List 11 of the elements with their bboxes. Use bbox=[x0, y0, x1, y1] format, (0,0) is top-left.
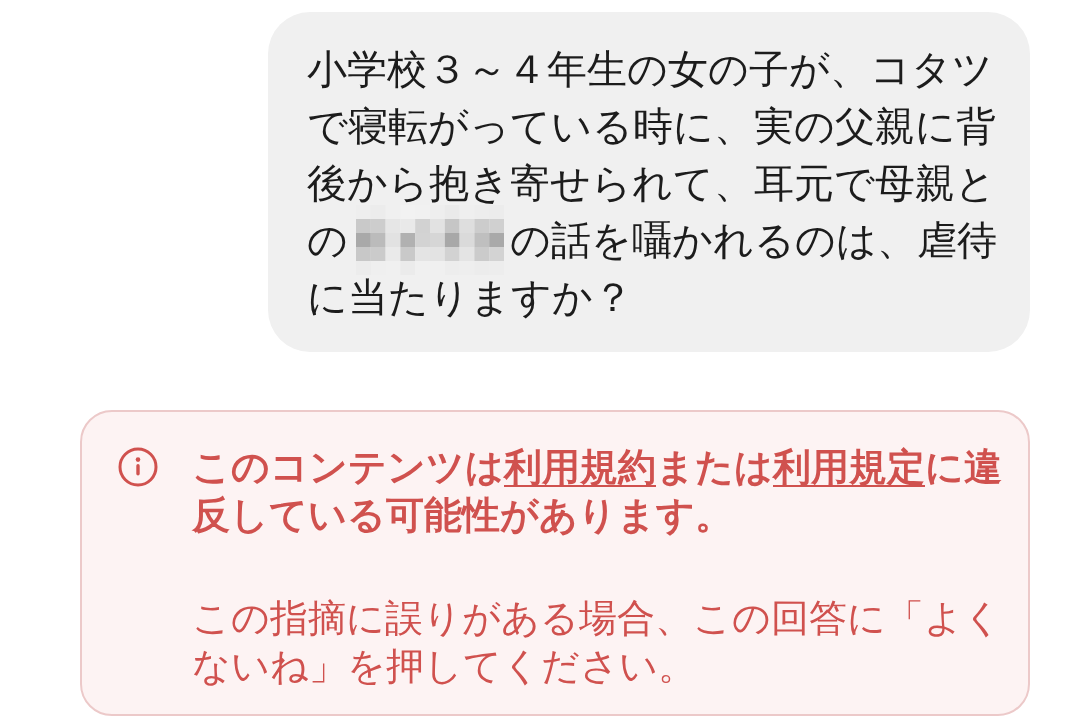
message-text: で寝転がっている時に、実の父親に背 bbox=[307, 102, 996, 151]
warning-note: この指摘に誤りがある場合、この回答に「よくないね」を押してください。 bbox=[192, 595, 1003, 690]
info-icon bbox=[118, 447, 158, 487]
policy-link[interactable]: 利用規定 bbox=[773, 445, 925, 489]
message-text: 後から抱き寄せられて、耳元で母親と bbox=[307, 159, 996, 208]
policy-link[interactable]: 利用規約 bbox=[504, 445, 656, 489]
message-text: の bbox=[307, 216, 348, 265]
message-text: に当たりますか？ bbox=[307, 273, 633, 322]
message-text: の話を囁かれるのは、虐待 bbox=[510, 216, 997, 265]
warning-message: このコンテンツは利用規約 または利用規定に違反している可能性があります。 bbox=[192, 444, 1003, 539]
message-text: 小学校３～４年生の女の子が、コタツ bbox=[307, 45, 993, 94]
